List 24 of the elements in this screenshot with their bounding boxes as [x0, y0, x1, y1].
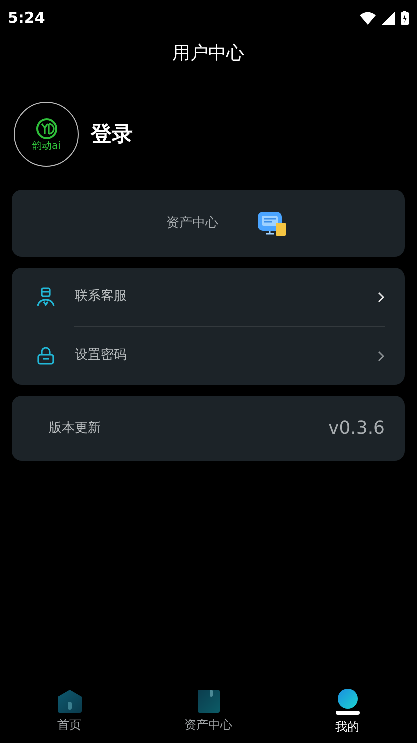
lock-icon — [36, 346, 56, 366]
chevron-icon — [378, 292, 385, 302]
battery-icon — [401, 11, 409, 25]
chevron-icon — [378, 350, 385, 362]
nav-tab[interactable]: 首页 — [0, 689, 139, 734]
nav-tab[interactable]: 资产中心 — [139, 689, 278, 734]
version-label: 版本更新 — [49, 420, 101, 438]
page-title: 用户中心 — [172, 42, 244, 66]
nav-tab[interactable]: 我的 — [278, 689, 417, 736]
signal-icon — [382, 12, 395, 24]
book-icon — [196, 689, 220, 713]
menu-item[interactable]: 设置密码 — [12, 327, 405, 385]
asset-center-card[interactable]: 资产中心 — [12, 190, 405, 257]
menu-item[interactable]: 联系客服 — [12, 268, 405, 326]
user-icon — [334, 689, 360, 715]
status-time: 5:24 — [8, 8, 46, 29]
logo-icon — [36, 118, 58, 140]
monitor-icon — [256, 210, 286, 236]
agent-icon — [36, 287, 56, 307]
wifi-icon — [360, 12, 376, 24]
logo-text: 韵动ai — [32, 142, 61, 152]
house-icon — [56, 689, 82, 713]
login-link[interactable]: 登录 — [91, 118, 133, 150]
version-number: v0.3.6 — [328, 417, 385, 441]
